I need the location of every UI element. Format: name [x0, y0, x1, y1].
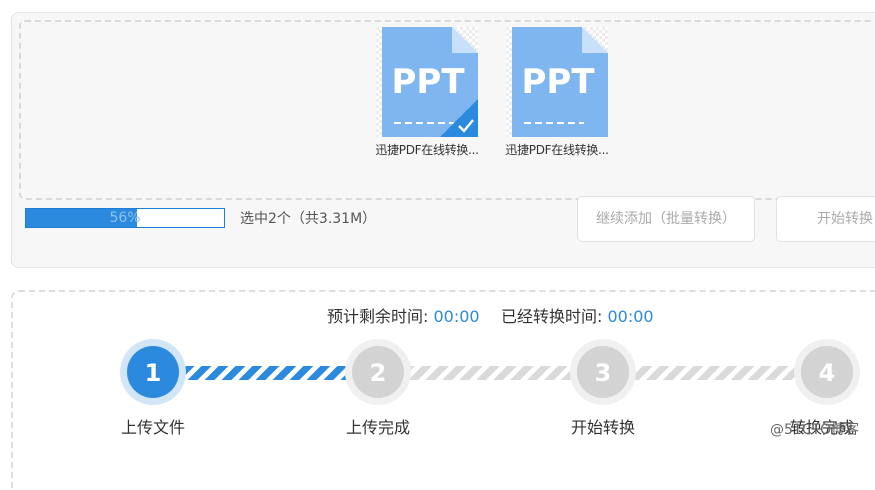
watermark: @51CTO博客 [770, 422, 860, 438]
remaining-time-value: 00:00 [433, 307, 480, 326]
file-tile[interactable]: PPT 迅捷PDF在线转换... [372, 27, 482, 158]
ppt-file-icon: PPT [376, 27, 478, 137]
step-1-circle: 1 [120, 339, 186, 405]
add-more-button[interactable]: 继续添加（批量转换） [577, 196, 755, 242]
start-convert-button[interactable]: 开始转换 [776, 196, 875, 242]
step-3-circle: 3 [570, 339, 636, 405]
elapsed-time: 已经转换时间: 00:00 [501, 307, 654, 327]
file-name: 迅捷PDF在线转换... [375, 143, 479, 157]
svg-text:3: 3 [595, 359, 612, 387]
svg-text:PPT: PPT [391, 62, 465, 102]
file-name: 迅捷PDF在线转换... [505, 143, 609, 157]
step-1-label: 上传文件 [120, 418, 185, 437]
step-2-label: 上传完成 [345, 418, 410, 437]
step-connector-2 [400, 366, 585, 380]
file-tile[interactable]: PPT 迅捷PDF在线转换... [502, 27, 612, 158]
step-connector-1 [175, 366, 360, 380]
svg-text:2: 2 [370, 359, 387, 387]
upload-progress-bar: 56% [25, 208, 225, 228]
remaining-time-label: 预计剩余时间: [327, 307, 429, 326]
remaining-time: 预计剩余时间: 00:00 [327, 307, 480, 327]
step-2-circle: 2 [345, 339, 411, 405]
step-3-label: 开始转换 [570, 418, 635, 437]
selection-summary: 选中2个（共3.31M） [240, 211, 377, 227]
elapsed-time-value: 00:00 [607, 307, 654, 326]
svg-text:1: 1 [145, 359, 162, 387]
check-icon [440, 99, 478, 137]
ppt-file-icon: PPT [506, 27, 608, 137]
svg-text:4: 4 [819, 359, 836, 387]
svg-text:PPT: PPT [521, 62, 595, 102]
step-4-circle: 4 [794, 339, 860, 405]
progress-percent: 56% [109, 210, 141, 226]
step-connector-3 [625, 366, 810, 380]
progress-steps: 1 2 3 4 [120, 339, 860, 405]
elapsed-time-label: 已经转换时间: [501, 307, 603, 326]
